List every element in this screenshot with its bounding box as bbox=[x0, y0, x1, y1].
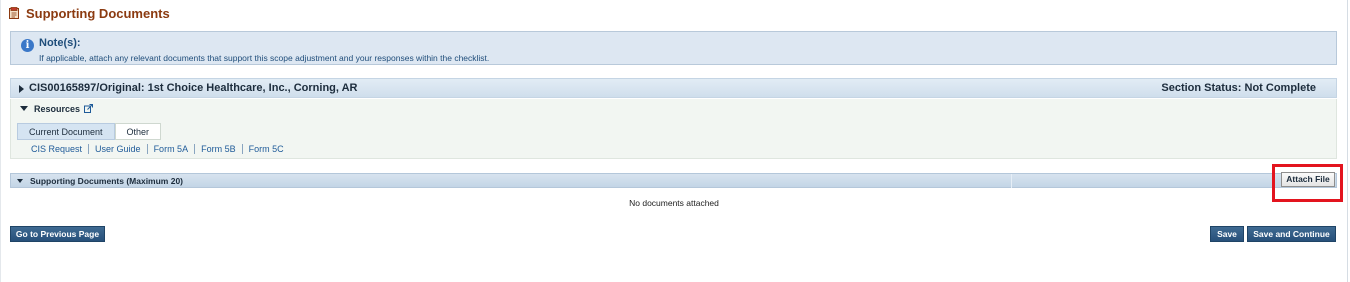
cis-section-title: CIS00165897/Original: 1st Choice Healthc… bbox=[29, 82, 358, 94]
note-box: i Note(s): If applicable, attach any rel… bbox=[10, 31, 1337, 65]
supporting-documents-header[interactable]: Supporting Documents (Maximum 20) bbox=[10, 173, 1337, 188]
attach-file-button[interactable]: Attach File bbox=[1281, 172, 1335, 187]
collapse-triangle-icon[interactable] bbox=[17, 179, 23, 183]
link-user-guide[interactable]: User Guide bbox=[88, 144, 147, 154]
document-icon bbox=[9, 7, 20, 19]
header-divider bbox=[1011, 174, 1012, 188]
section-status: Section Status: Not Complete bbox=[1161, 82, 1316, 94]
resource-links: CIS Request User Guide Form 5A Form 5B F… bbox=[31, 143, 290, 155]
resources-label[interactable]: Resources bbox=[34, 104, 80, 114]
page-header: Supporting Documents bbox=[9, 4, 170, 22]
link-cis-request[interactable]: CIS Request bbox=[31, 144, 88, 154]
note-text: If applicable, attach any relevant docum… bbox=[39, 53, 490, 63]
cis-section-header[interactable]: CIS00165897/Original: 1st Choice Healthc… bbox=[10, 78, 1337, 98]
page-title: Supporting Documents bbox=[26, 5, 170, 21]
save-and-continue-button[interactable]: Save and Continue bbox=[1247, 226, 1336, 242]
info-icon: i bbox=[21, 39, 34, 52]
external-link-icon[interactable] bbox=[84, 104, 93, 113]
save-button[interactable]: Save bbox=[1210, 226, 1244, 242]
collapse-triangle-icon[interactable] bbox=[20, 106, 28, 111]
empty-documents-message: No documents attached bbox=[629, 198, 719, 208]
link-form-5b[interactable]: Form 5B bbox=[194, 144, 242, 154]
expand-triangle-icon[interactable] bbox=[19, 85, 24, 93]
previous-page-button[interactable]: Go to Previous Page bbox=[10, 226, 105, 242]
supporting-documents-title: Supporting Documents (Maximum 20) bbox=[30, 176, 184, 186]
tab-other[interactable]: Other bbox=[114, 123, 162, 140]
link-form-5a[interactable]: Form 5A bbox=[146, 144, 195, 154]
note-title: Note(s): bbox=[39, 37, 81, 49]
resources-panel: Resources Current Document Other CIS Req… bbox=[10, 99, 1337, 159]
resource-tabs: Current Document Other bbox=[17, 123, 162, 140]
link-form-5c[interactable]: Form 5C bbox=[241, 144, 290, 154]
tab-current-document[interactable]: Current Document bbox=[17, 123, 115, 140]
